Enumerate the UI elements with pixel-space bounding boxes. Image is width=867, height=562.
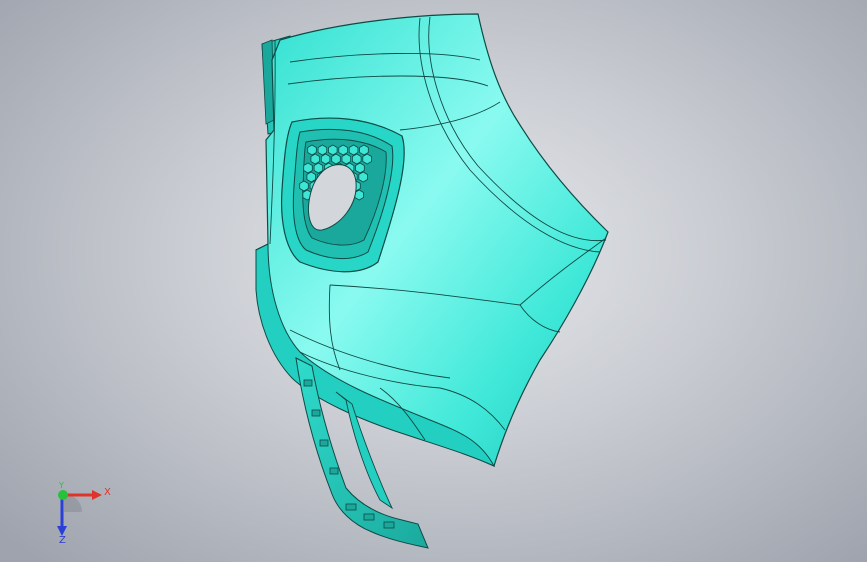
orientation-triad: X Y Z — [40, 480, 120, 550]
grille-hex-cell — [359, 144, 369, 156]
grille-hex-cell — [362, 153, 372, 165]
grille-hex-cell — [317, 144, 328, 156]
grille-hex-cell — [328, 144, 338, 156]
grille-hex-cell — [320, 153, 331, 165]
y-axis-label: Y — [59, 481, 64, 490]
grille-hex-cell — [351, 153, 362, 165]
grille-hex-cell — [341, 153, 352, 165]
graphics-viewport[interactable]: X Y Z — [0, 0, 867, 562]
grille-hex-cell — [299, 180, 309, 192]
grille-hex-cell — [306, 171, 316, 183]
z-axis-label: Z — [59, 535, 66, 546]
grille-hex-cell — [331, 153, 341, 165]
grille-hex-cell — [358, 171, 368, 183]
grille-hex-cell — [313, 162, 324, 174]
grille-hex-cell — [307, 144, 317, 156]
grille-hex-cell — [338, 144, 348, 156]
bumper-cover-model[interactable] — [0, 0, 867, 562]
x-axis-label: X — [104, 487, 111, 498]
x-axis-arrowhead — [92, 490, 102, 500]
grille-hex-cell — [348, 144, 359, 156]
grille-hex-cell — [303, 162, 313, 174]
y-axis-dot — [58, 490, 68, 500]
grille-hex-cell — [355, 162, 365, 174]
grille-hex-cell — [310, 153, 320, 165]
